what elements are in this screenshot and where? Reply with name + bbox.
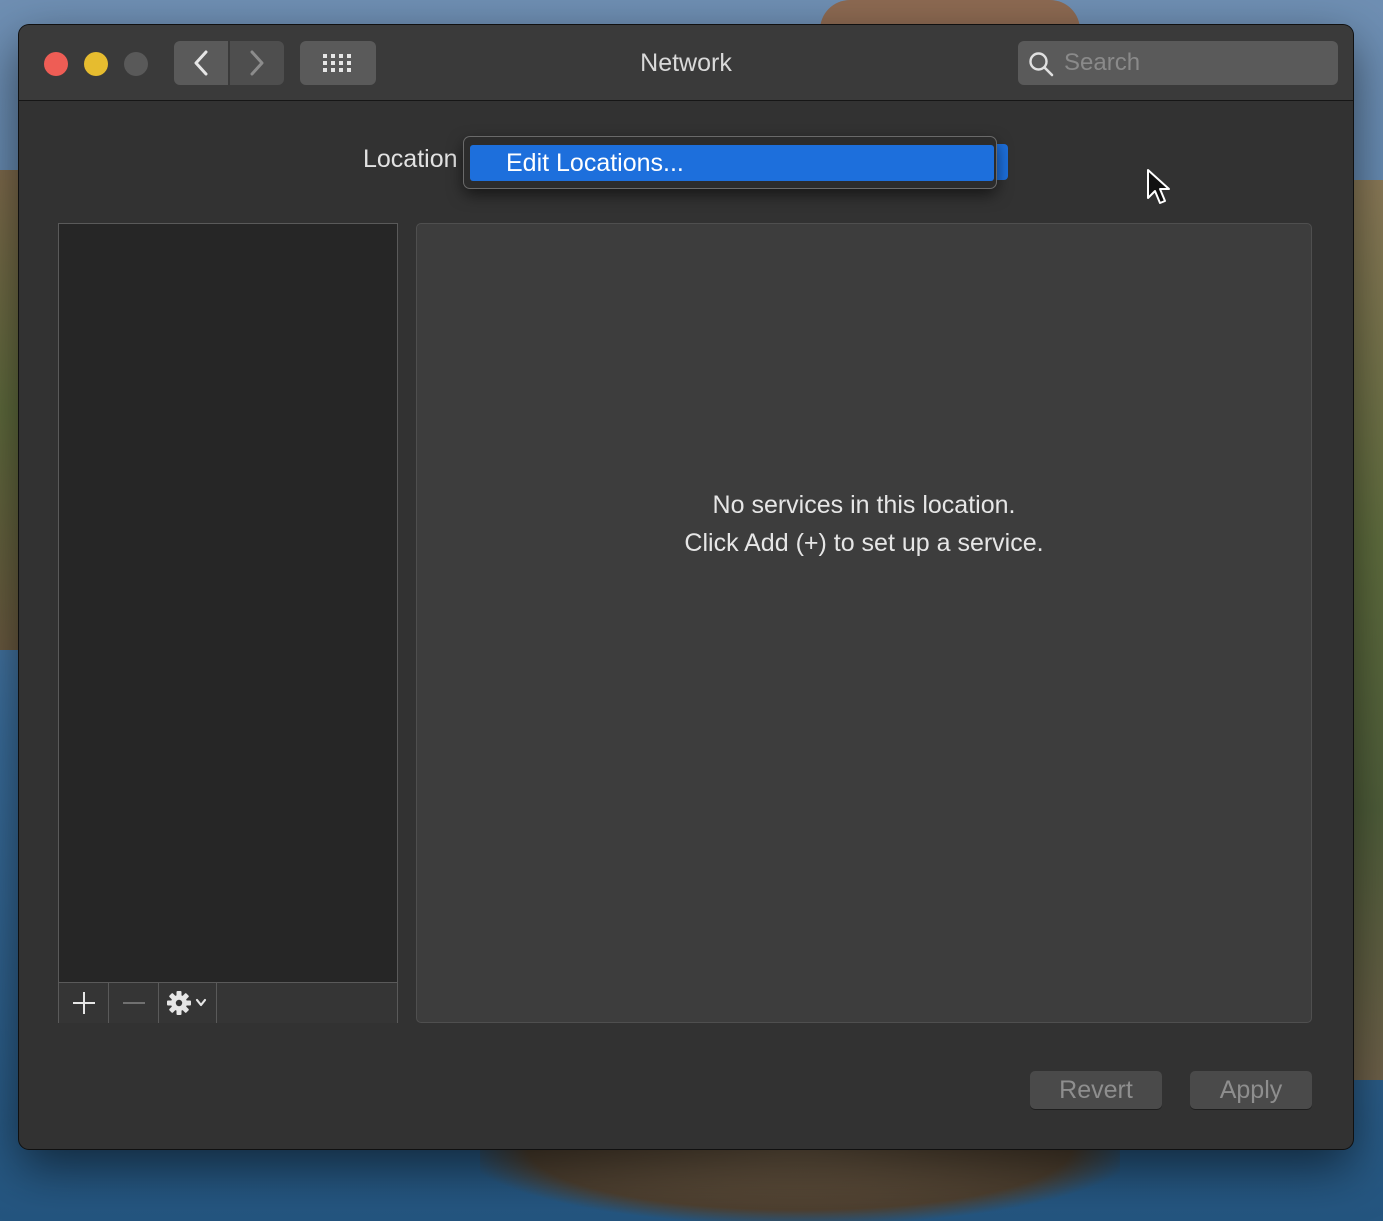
add-service-button[interactable] [59, 983, 109, 1023]
service-list[interactable] [58, 223, 398, 1023]
action-menu-button[interactable] [159, 983, 217, 1023]
desktop-wallpaper-cliff [1352, 180, 1383, 1080]
location-popup-menu: Edit Locations... [464, 137, 996, 188]
search-icon [1028, 51, 1054, 82]
service-list-toolbar [59, 982, 397, 1023]
search-input[interactable] [1064, 41, 1324, 85]
close-button[interactable] [44, 52, 68, 76]
empty-state-line-1: No services in this location. [712, 491, 1016, 519]
show-all-grid-icon [323, 54, 351, 72]
menu-item-edit-locations[interactable]: Edit Locations... [470, 145, 994, 181]
show-all-button[interactable] [300, 41, 376, 85]
title-bar: Network [19, 25, 1353, 101]
location-label: Location [363, 145, 458, 173]
navigation-buttons [174, 41, 284, 85]
forward-button[interactable] [230, 41, 284, 85]
service-details-panel: No services in this location. Click Add … [416, 223, 1312, 1023]
minimize-button[interactable] [84, 52, 108, 76]
apply-button[interactable]: Apply [1190, 1071, 1312, 1109]
back-button[interactable] [174, 41, 228, 85]
plus-icon [72, 992, 95, 1014]
chevron-left-icon [194, 50, 208, 76]
desktop-wallpaper-rocks [480, 1148, 1120, 1221]
zoom-button [124, 52, 148, 76]
empty-state-message: No services in this location. Click Add … [417, 486, 1311, 562]
empty-state-line-2: Click Add (+) to set up a service. [684, 529, 1044, 557]
remove-service-button[interactable] [109, 983, 159, 1023]
gear-menu-icon [166, 991, 206, 1015]
revert-button[interactable]: Revert [1030, 1071, 1162, 1109]
search-field[interactable] [1018, 41, 1338, 85]
minus-icon [122, 1002, 145, 1004]
location-popup-arrows[interactable] [996, 144, 1008, 180]
chevron-right-icon [250, 50, 264, 76]
mouse-pointer-icon [1146, 168, 1172, 211]
